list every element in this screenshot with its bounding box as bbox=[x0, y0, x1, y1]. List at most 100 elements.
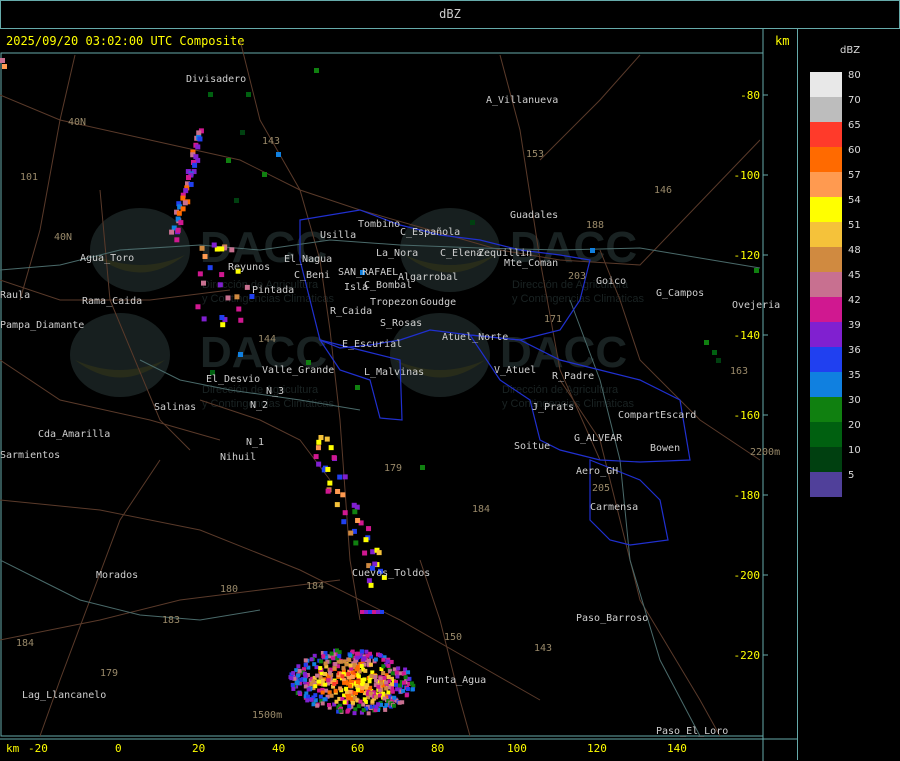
reflectivity-cell bbox=[470, 220, 475, 225]
reflectivity-cell bbox=[180, 206, 186, 212]
reflectivity-cell bbox=[359, 649, 364, 654]
reflectivity-cell bbox=[386, 690, 391, 695]
legend-label: 80 bbox=[848, 70, 861, 81]
reflectivity-cell bbox=[197, 136, 203, 142]
reflectivity-cell bbox=[348, 683, 353, 688]
reflectivity-cell bbox=[195, 144, 201, 150]
reflectivity-cell bbox=[348, 530, 354, 536]
place-label: L_Malvinas bbox=[364, 367, 424, 378]
reflectivity-cell bbox=[320, 690, 325, 695]
reflectivity-cell bbox=[348, 679, 353, 684]
reflectivity-cell bbox=[362, 550, 368, 556]
reflectivity-cell bbox=[376, 684, 381, 689]
reflectivity-cell bbox=[340, 492, 346, 498]
place-label: N_1 bbox=[246, 437, 264, 448]
route-number-label: 153 bbox=[526, 149, 544, 160]
reflectivity-cell bbox=[291, 686, 296, 691]
y-tick-label: -100 bbox=[734, 169, 761, 182]
reflectivity-cell bbox=[370, 549, 376, 555]
legend-label: 5 bbox=[848, 470, 855, 481]
legend-label: 10 bbox=[848, 445, 861, 456]
reflectivity-cell bbox=[344, 662, 349, 667]
legend-swatch bbox=[810, 372, 842, 397]
reflectivity-cell bbox=[385, 659, 390, 664]
reflectivity-cell bbox=[297, 668, 302, 673]
reflectivity-cell bbox=[367, 679, 372, 684]
reflectivity-cell bbox=[229, 247, 235, 253]
reflectivity-cell bbox=[338, 659, 343, 664]
reflectivity-cell bbox=[350, 674, 355, 679]
place-label: Nihuil bbox=[220, 452, 256, 463]
reflectivity-cell bbox=[358, 699, 363, 704]
reflectivity-cell bbox=[360, 610, 364, 614]
y-tick-label: -220 bbox=[734, 649, 761, 662]
reflectivity-cell bbox=[405, 687, 410, 692]
place-labels: Divisadero A_Villanueva Guadales UsillaTomb… bbox=[0, 74, 780, 737]
reflectivity-cell bbox=[220, 322, 226, 328]
reflectivity-cell bbox=[0, 58, 5, 63]
reflectivity-cell bbox=[355, 651, 360, 656]
route-number-label: 146 bbox=[654, 185, 672, 196]
reflectivity-cell bbox=[324, 688, 329, 693]
place-label: Lag_Llancanelo bbox=[22, 690, 106, 701]
radar-display: dBZ 2025/09/20 03:02:00 UTC Composite km… bbox=[0, 0, 900, 761]
reflectivity-cell bbox=[327, 670, 332, 675]
reflectivity-cell bbox=[383, 707, 388, 712]
route-number-label: 1500m bbox=[252, 710, 282, 721]
reflectivity-cell bbox=[376, 610, 380, 614]
reflectivity-cell bbox=[290, 683, 295, 688]
reflectivity-cell bbox=[384, 686, 389, 691]
reflectivity-cell bbox=[201, 316, 207, 322]
reflectivity-cell bbox=[226, 158, 231, 163]
reflectivity-cell bbox=[197, 271, 203, 277]
reflectivity-cell bbox=[364, 610, 368, 614]
reflectivity-cell bbox=[217, 282, 223, 288]
legend-label: 35 bbox=[848, 370, 861, 381]
place-label: Aero_GH bbox=[576, 466, 618, 477]
reflectivity-cell bbox=[382, 675, 387, 680]
place-label: Salinas bbox=[154, 402, 196, 413]
reflectivity-cell bbox=[370, 699, 375, 704]
reflectivity-cell bbox=[369, 673, 374, 678]
reflectivity-cell bbox=[318, 694, 323, 699]
reflectivity-cell bbox=[337, 650, 342, 655]
reflectivity-cell bbox=[366, 711, 371, 716]
route-number-label: 205 bbox=[592, 483, 610, 494]
place-label: Raula bbox=[0, 290, 30, 301]
legend-label: 51 bbox=[848, 220, 861, 231]
route-number-label: 179 bbox=[384, 463, 402, 474]
reflectivity-cell bbox=[306, 687, 311, 692]
reflectivity-cell bbox=[317, 688, 322, 693]
reflectivity-cell bbox=[390, 671, 395, 676]
reflectivity-cell bbox=[178, 220, 184, 226]
reflectivity-cell bbox=[348, 689, 353, 694]
route-number-label: 203 bbox=[568, 271, 586, 282]
reflectivity-cell bbox=[225, 295, 231, 301]
reflectivity-cell bbox=[368, 582, 374, 588]
route-number-label: 144 bbox=[258, 334, 276, 345]
route-number-label: 180 bbox=[220, 584, 238, 595]
reflectivity-cell bbox=[392, 695, 397, 700]
reflectivity-cell bbox=[386, 663, 391, 668]
route-number-label: 183 bbox=[162, 615, 180, 626]
reflectivity-cell bbox=[244, 284, 250, 290]
legend-label: 60 bbox=[848, 145, 861, 156]
reflectivity-cell bbox=[406, 670, 411, 675]
reflectivity-cell bbox=[327, 702, 332, 707]
y-tick-label: -120 bbox=[734, 249, 761, 262]
reflectivity-cell bbox=[342, 510, 348, 516]
reflectivity-cell bbox=[219, 272, 225, 278]
reflectivity-cell bbox=[296, 664, 301, 669]
reflectivity-cell bbox=[356, 687, 361, 692]
reflectivity-cell bbox=[354, 504, 360, 510]
route-number-label: 188 bbox=[586, 220, 604, 231]
legend-swatch bbox=[810, 447, 842, 472]
reflectivity-cell bbox=[322, 697, 327, 702]
reflectivity-cell bbox=[169, 229, 175, 235]
route-number-label: 184 bbox=[16, 638, 34, 649]
reflectivity-cell bbox=[390, 689, 395, 694]
reflectivity-cell bbox=[334, 699, 339, 704]
route-number-label: 101 bbox=[20, 172, 38, 183]
radar-map[interactable]: DACC Dirección de Agricultura y Continge… bbox=[0, 0, 900, 761]
legend-swatch bbox=[810, 97, 842, 122]
